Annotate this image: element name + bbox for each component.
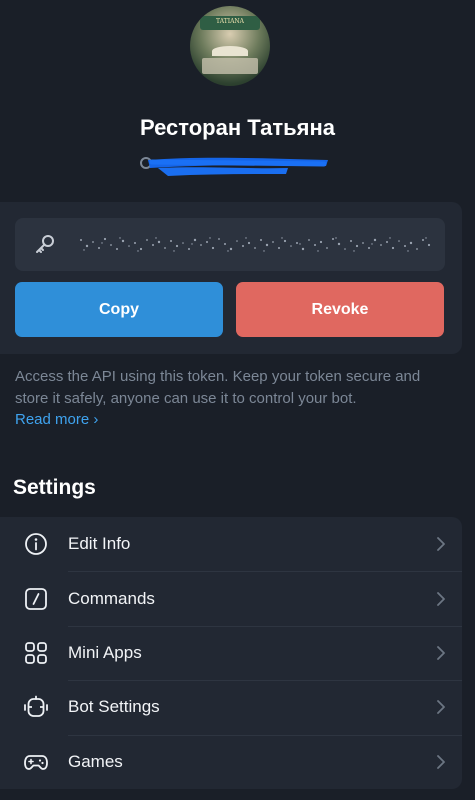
bot-avatar: TATIANA [190,6,270,86]
token-spoiler[interactable] [75,230,435,258]
avatar-umbrella [212,46,248,56]
grid-apps-icon [25,642,47,664]
settings-item-label: Edit Info [68,534,131,554]
chevron-right-icon [437,700,445,715]
avatar-tables [202,58,258,74]
chevron-right-icon [437,646,445,660]
token-field[interactable] [15,218,445,271]
username-redaction-scribble [140,157,328,176]
settings-item-label: Commands [68,588,155,608]
bot-name: Ресторан Татьяна [139,115,336,140]
settings-item-label: Bot Settings [68,697,160,717]
slash-command-icon [25,587,47,610]
chevron-right-icon [437,591,445,606]
bot-token-screen: TATIANA Ресторан Татьяна Copy Revoke Acc… [0,0,475,800]
avatar-sign-text: TATIANA [216,18,244,25]
token-card: Copy Revoke [0,202,462,354]
copy-button[interactable]: Copy [15,282,223,337]
token-hint-text: Access the API using this token. Keep yo… [15,368,421,407]
settings-item-edit-info[interactable]: Edit Info [0,517,462,571]
settings-item-commands[interactable]: Commands [0,571,462,625]
gamepad-icon [24,754,48,770]
info-icon [25,533,47,556]
chevron-right-icon [437,754,445,769]
revoke-button[interactable]: Revoke [236,282,444,337]
chevron-right-icon [437,537,445,552]
key-icon [36,235,54,253]
settings-title: Settings [13,476,96,499]
settings-item-games[interactable]: Games [0,734,462,789]
robot-icon [24,695,48,718]
settings-item-label: Games [68,751,123,771]
settings-item-label: Mini Apps [68,642,142,662]
settings-list: Edit Info Commands Mini Apps Bot Setting… [0,517,462,789]
settings-item-mini-apps[interactable]: Mini Apps [0,625,462,680]
settings-item-bot-settings[interactable]: Bot Settings [0,680,462,734]
read-more-link[interactable]: Read more › [15,411,98,428]
